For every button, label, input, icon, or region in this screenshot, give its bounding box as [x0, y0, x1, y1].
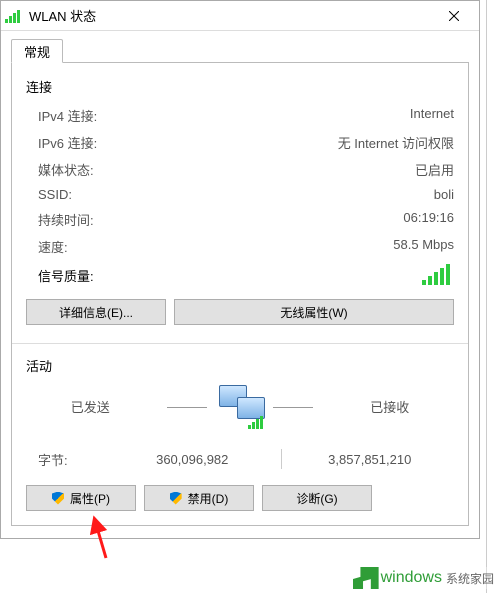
ssid-label: SSID: — [38, 187, 72, 202]
tab-strip: 常规 — [11, 39, 469, 63]
speed-label: 速度: — [38, 237, 68, 256]
activity-section-title: 活动 — [26, 356, 454, 375]
activity-header: 已发送 已接收 — [26, 385, 454, 427]
watermark: windows 系统家园 — [353, 567, 494, 589]
bytes-divider — [281, 449, 282, 469]
separator — [12, 343, 468, 344]
disable-button[interactable]: 禁用(D) — [144, 485, 254, 511]
close-button[interactable] — [433, 1, 475, 31]
window-title: WLAN 状态 — [29, 6, 427, 25]
wifi-signal-icon — [5, 9, 23, 23]
disable-button-label: 禁用(D) — [188, 490, 229, 507]
dash-left — [167, 407, 207, 408]
diagnose-button[interactable]: 诊断(G) — [262, 485, 372, 511]
media-value: 已启用 — [415, 160, 454, 179]
right-edge-scroll — [486, 0, 500, 593]
properties-button-label: 属性(P) — [70, 490, 110, 507]
tab-general[interactable]: 常规 — [11, 39, 63, 63]
ssid-value: boli — [434, 187, 454, 202]
duration-value: 06:19:16 — [403, 210, 454, 229]
row-duration: 持续时间: 06:19:16 — [26, 210, 454, 229]
signal-bars-icon — [422, 264, 454, 285]
general-panel: 连接 IPv4 连接: Internet IPv6 连接: 无 Internet… — [11, 63, 469, 526]
row-media: 媒体状态: 已启用 — [26, 160, 454, 179]
signal-label: 信号质量: — [38, 266, 94, 285]
close-icon — [449, 11, 459, 21]
duration-label: 持续时间: — [38, 210, 94, 229]
speed-value: 58.5 Mbps — [393, 237, 454, 256]
ipv6-label: IPv6 连接: — [38, 133, 97, 152]
row-ipv6: IPv6 连接: 无 Internet 访问权限 — [26, 133, 454, 152]
watermark-brand: windows — [381, 569, 442, 587]
bytes-label: 字节: — [38, 450, 108, 469]
watermark-sub: 系统家园 — [446, 570, 494, 587]
shield-icon — [170, 492, 182, 505]
media-label: 媒体状态: — [38, 160, 94, 179]
bytes-received-value: 3,857,851,210 — [286, 452, 455, 467]
received-label: 已接收 — [325, 397, 454, 416]
sent-label: 已发送 — [26, 397, 155, 416]
properties-button[interactable]: 属性(P) — [26, 485, 136, 511]
title-bar: WLAN 状态 — [1, 1, 479, 31]
dash-right — [273, 407, 313, 408]
row-signal: 信号质量: — [26, 264, 454, 285]
network-activity-icon — [219, 385, 262, 427]
ipv4-value: Internet — [410, 106, 454, 125]
bytes-row: 字节: 360,096,982 3,857,851,210 — [26, 449, 454, 469]
wireless-properties-button[interactable]: 无线属性(W) — [174, 299, 454, 325]
row-ipv4: IPv4 连接: Internet — [26, 106, 454, 125]
ipv4-label: IPv4 连接: — [38, 106, 97, 125]
ipv6-value: 无 Internet 访问权限 — [338, 133, 454, 152]
details-button[interactable]: 详细信息(E)... — [26, 299, 166, 325]
row-ssid: SSID: boli — [26, 187, 454, 202]
row-speed: 速度: 58.5 Mbps — [26, 237, 454, 256]
bytes-sent-value: 360,096,982 — [108, 452, 277, 467]
connection-section-title: 连接 — [26, 77, 454, 96]
watermark-logo-icon — [353, 567, 379, 589]
shield-icon — [52, 492, 64, 505]
